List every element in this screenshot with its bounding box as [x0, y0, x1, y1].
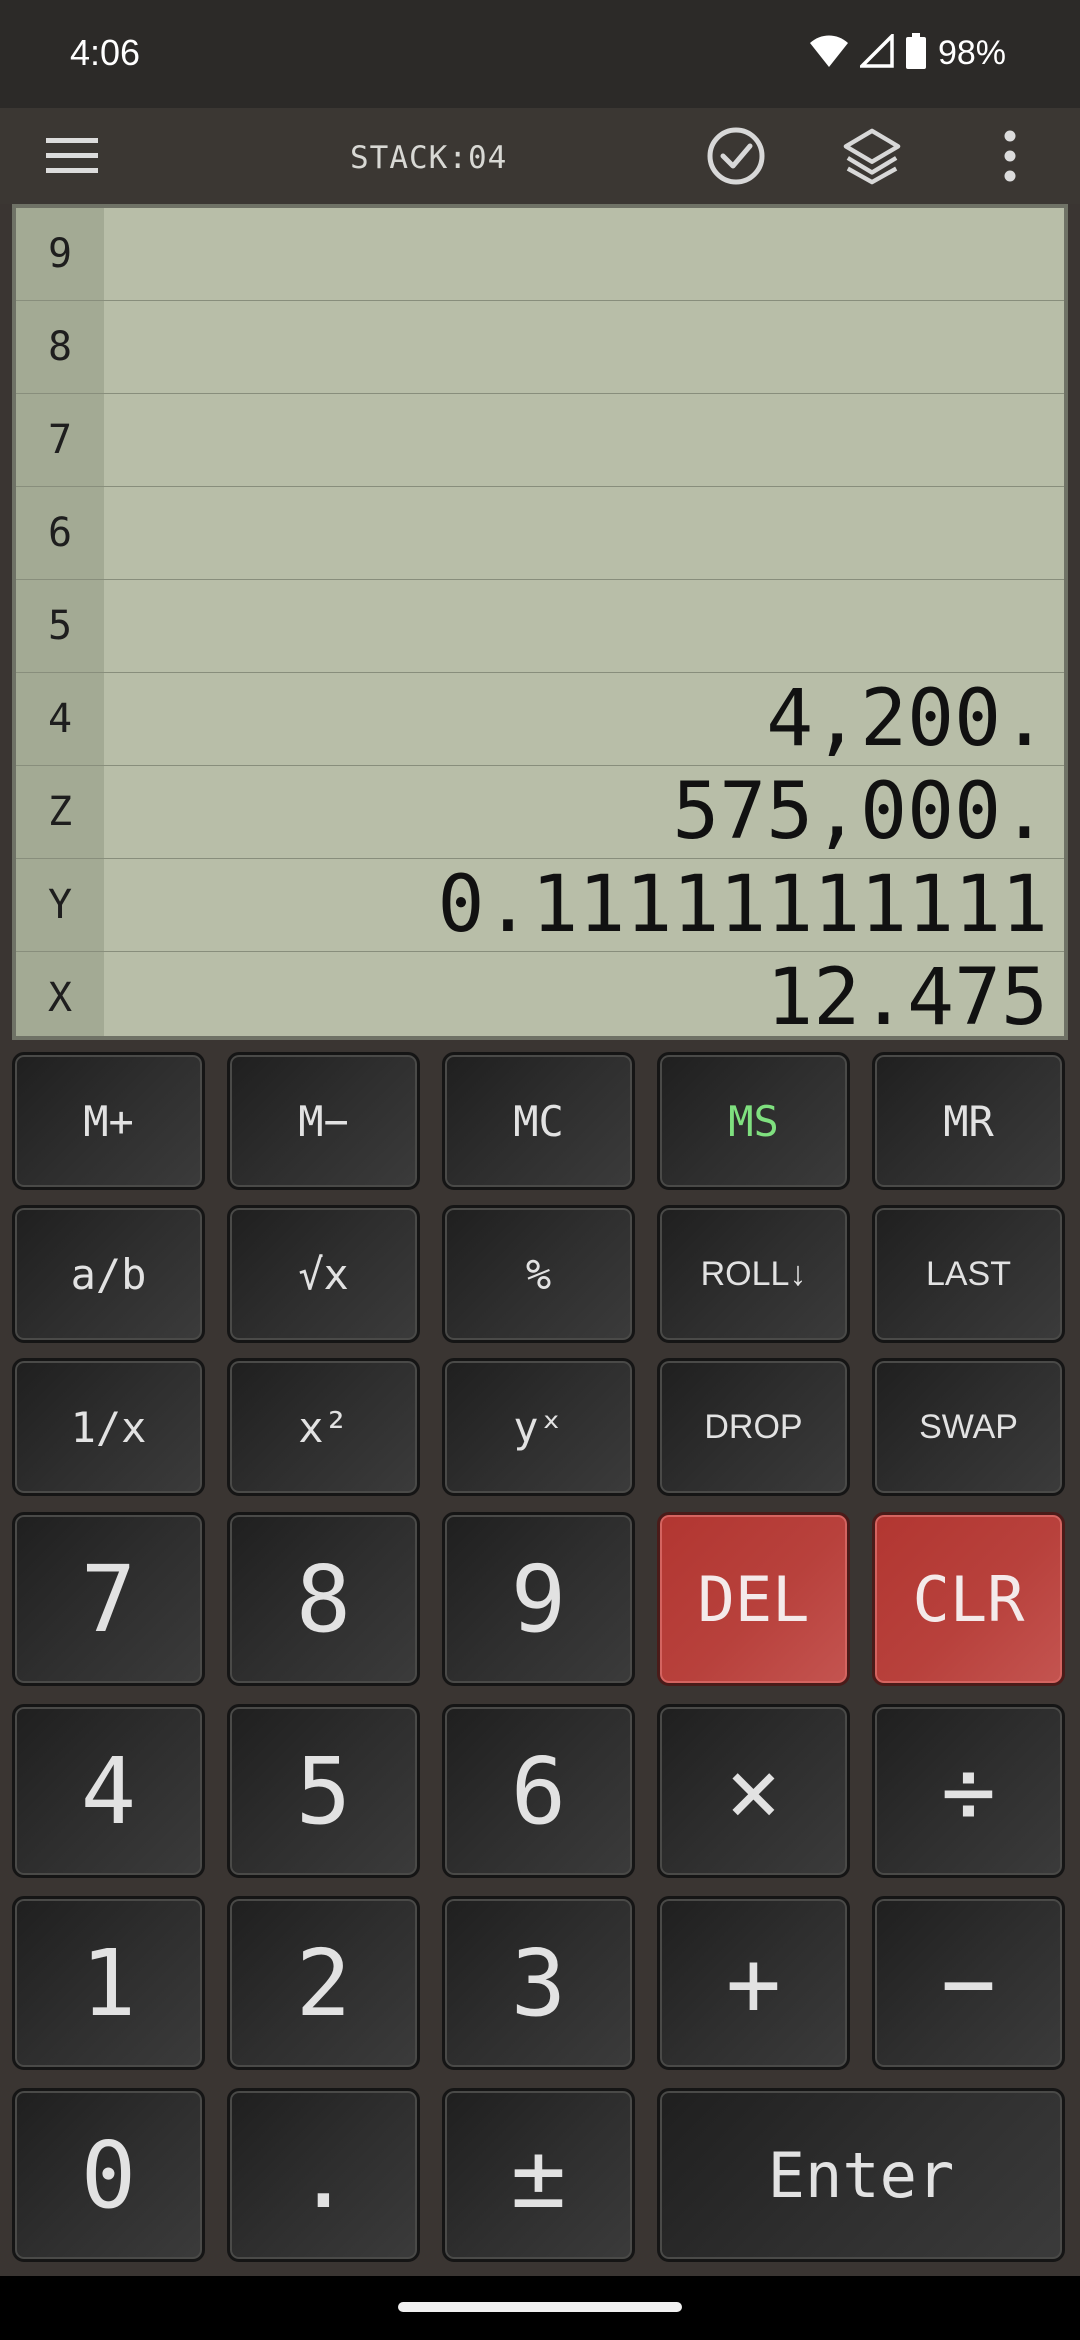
mr-button[interactable]: MR [872, 1052, 1065, 1190]
m-plus-button[interactable]: M+ [12, 1052, 205, 1190]
stack-row-label: X [47, 975, 73, 1021]
stack-row-label: 8 [47, 324, 73, 370]
status-icons: 98% [809, 30, 1006, 76]
toolbar: STACK:04 [0, 108, 1080, 204]
stack-row-value: 4,200. [766, 674, 1048, 764]
plus-button[interactable]: + [657, 1896, 850, 2070]
stack-row-label: 7 [47, 417, 73, 463]
plus-minus-button[interactable]: ± [442, 2088, 635, 2262]
status-bar: 4:06 98% [0, 0, 1080, 108]
square-button[interactable]: x² [227, 1358, 420, 1496]
digit-8-button[interactable]: 8 [227, 1512, 420, 1686]
hamburger-menu-icon[interactable] [42, 126, 102, 186]
digit-1-button[interactable]: 1 [12, 1896, 205, 2070]
digit-3-button[interactable]: 3 [442, 1896, 635, 2070]
home-gesture-handle[interactable] [398, 2302, 682, 2312]
battery-percent: 98% [937, 34, 1006, 72]
multiply-button[interactable]: × [657, 1704, 850, 1878]
digit-2-button[interactable]: 2 [227, 1896, 420, 2070]
stack-display: 9 8 7 6 5 4 4,200. Z 575,000. Y 0.111111… [12, 204, 1068, 1040]
stack-row-value: 12.475 [766, 953, 1048, 1040]
stack-row-y[interactable]: Y 0.11111111111 [16, 859, 1064, 952]
delete-button[interactable]: DEL [657, 1512, 850, 1686]
layers-icon[interactable] [842, 126, 902, 186]
mc-button[interactable]: MC [442, 1052, 635, 1190]
power-button[interactable]: yˣ [442, 1358, 635, 1496]
stack-row-label: Z [47, 789, 73, 835]
clear-button[interactable]: CLR [872, 1512, 1065, 1686]
digit-9-button[interactable]: 9 [442, 1512, 635, 1686]
ms-button[interactable]: MS [657, 1052, 850, 1190]
digit-4-button[interactable]: 4 [12, 1704, 205, 1878]
clock-icon[interactable] [706, 126, 766, 186]
percent-button[interactable]: % [442, 1205, 635, 1343]
m-minus-button[interactable]: M− [227, 1052, 420, 1190]
digit-6-button[interactable]: 6 [442, 1704, 635, 1878]
stack-row-7[interactable]: 7 [16, 394, 1064, 487]
decimal-button[interactable]: . [227, 2088, 420, 2262]
stack-depth-label: STACK:04 [350, 140, 508, 176]
enter-button[interactable]: Enter [657, 2088, 1065, 2262]
digit-0-button[interactable]: 0 [12, 2088, 205, 2262]
stack-row-label: 4 [47, 696, 73, 742]
drop-button[interactable]: DROP [657, 1358, 850, 1496]
stack-row-label: 6 [47, 510, 73, 556]
stack-row-label: 9 [47, 231, 73, 277]
stack-row-z[interactable]: Z 575,000. [16, 766, 1064, 859]
navigation-bar [0, 2276, 1080, 2340]
stack-row-label: 5 [47, 603, 73, 649]
status-time: 4:06 [70, 32, 141, 73]
stack-row-5[interactable]: 5 [16, 580, 1064, 673]
stack-row-label: Y [47, 882, 73, 928]
last-button[interactable]: LAST [872, 1205, 1065, 1343]
fraction-button[interactable]: a/b [12, 1205, 205, 1343]
stack-row-9[interactable]: 9 [16, 208, 1064, 301]
calculator-app: 4:06 98% STACK:04 9 8 7 6 5 4 4,200. Z 5… [0, 0, 1080, 2340]
reciprocal-button[interactable]: 1/x [12, 1358, 205, 1496]
stack-row-x[interactable]: X 12.475 [16, 952, 1064, 1040]
roll-down-button[interactable]: ROLL↓ [657, 1205, 850, 1343]
stack-row-4[interactable]: 4 4,200. [16, 673, 1064, 766]
cellular-signal-icon [857, 31, 894, 73]
swap-button[interactable]: SWAP [872, 1358, 1065, 1496]
stack-row-8[interactable]: 8 [16, 301, 1064, 394]
stack-row-value: 575,000. [672, 767, 1048, 857]
digit-5-button[interactable]: 5 [227, 1704, 420, 1878]
minus-button[interactable]: − [872, 1896, 1065, 2070]
more-vert-icon[interactable] [980, 126, 1040, 186]
digit-7-button[interactable]: 7 [12, 1512, 205, 1686]
stack-row-6[interactable]: 6 [16, 487, 1064, 580]
divide-button[interactable]: ÷ [872, 1704, 1065, 1878]
stack-row-value: 0.11111111111 [437, 860, 1048, 950]
battery-icon [905, 32, 926, 74]
sqrt-button[interactable]: √x [227, 1205, 420, 1343]
wifi-icon [809, 34, 848, 73]
